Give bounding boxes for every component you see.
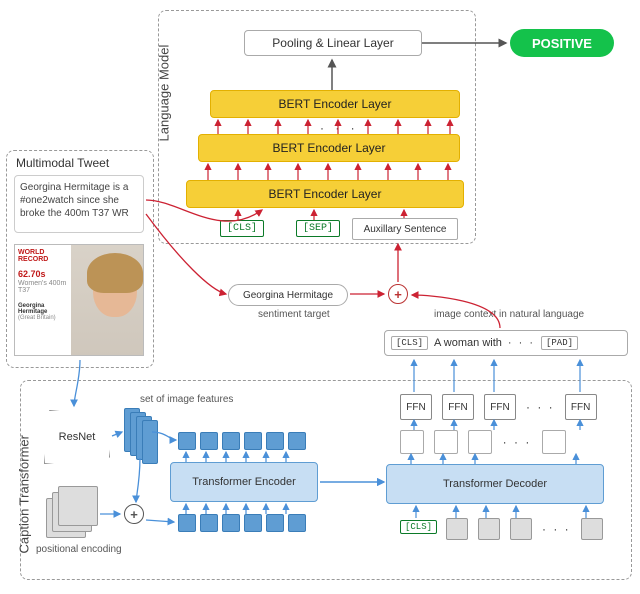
ffn-4: FFN [565, 394, 597, 420]
transformer-decoder: Transformer Decoder [386, 464, 604, 504]
image-context-label: image context in natural language [434, 309, 584, 320]
tweet-image-sub2: Georgina Hermitage [15, 295, 71, 315]
ffn-1: FFN [400, 394, 432, 420]
output-positive-badge: POSITIVE [510, 29, 614, 57]
resnet-block: ResNet [44, 410, 110, 464]
bert-layer-mid: BERT Encoder Layer [198, 134, 460, 162]
caption-sequence: [CLS] A woman with · · · [PAD] [384, 330, 628, 356]
decoder-output-row: · · · [400, 430, 566, 454]
sep-token: [SEP] [296, 220, 340, 237]
image-features-label: set of image features [140, 394, 233, 405]
bert-ellipsis: · · · [320, 121, 359, 135]
decoder-input-cls: [CLS] [400, 520, 437, 534]
caption-pad-token: [PAD] [541, 336, 578, 350]
tweet-text: Georgina Hermitage is a #one2watch since… [14, 175, 144, 233]
caption-transformer-title: Caption Transformer [17, 414, 32, 554]
bert-layer-bottom: BERT Encoder Layer [186, 180, 464, 208]
multimodal-tweet-title: Multimodal Tweet [16, 156, 109, 170]
plus-op-mid: + [388, 284, 408, 304]
ffn-row: FFN FFN FFN · · · FFN [400, 394, 597, 420]
tweet-image: WORLD RECORD 62.70s Women's 400m T37 Geo… [14, 244, 144, 356]
sentiment-target-label: sentiment target [258, 309, 330, 320]
decoder-input-row: · · · [446, 518, 603, 540]
tweet-image-banner: WORLD RECORD [15, 245, 71, 263]
ffn-3: FFN [484, 394, 516, 420]
cls-token: [CLS] [220, 220, 264, 237]
ffn-2: FFN [442, 394, 474, 420]
tweet-image-sub3: (Great Britain) [15, 315, 71, 321]
tweet-image-time: 62.70s [15, 263, 71, 279]
positional-encoding-label: positional encoding [36, 544, 122, 555]
encoder-top-row [178, 432, 306, 450]
encoder-bottom-row [178, 514, 306, 532]
language-model-title: Language Model [157, 22, 172, 142]
positional-encoding-stack [58, 486, 98, 526]
pooling-layer: Pooling & Linear Layer [244, 30, 422, 56]
ffn-ellipsis: · · · [526, 400, 555, 414]
plus-op-bottom: + [124, 504, 144, 524]
bert-layer-top: BERT Encoder Layer [210, 90, 460, 118]
tweet-image-sub1: Women's 400m T37 [15, 279, 71, 295]
caption-ellipsis: · · · [508, 337, 535, 349]
auxiliary-sentence-box: Auxillary Sentence [352, 218, 458, 240]
caption-text: A woman with [434, 337, 502, 349]
caption-cls-token: [CLS] [391, 336, 428, 350]
transformer-encoder: Transformer Encoder [170, 462, 318, 502]
sentiment-target-name: Georgina Hermitage [228, 284, 348, 306]
